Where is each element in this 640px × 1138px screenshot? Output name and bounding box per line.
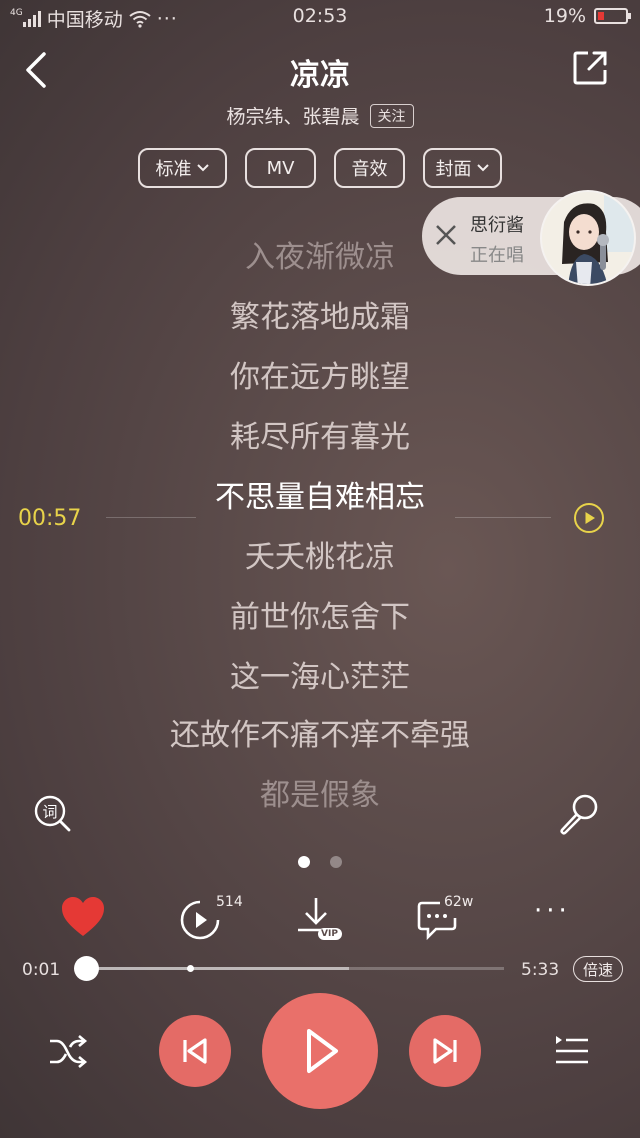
chevron-down-icon — [476, 164, 489, 172]
svg-text:词: 词 — [42, 803, 57, 821]
lyric-line[interactable]: 夭夭桃花凉 — [0, 532, 640, 576]
playlist-icon[interactable] — [552, 1032, 592, 1070]
play-button[interactable] — [262, 993, 378, 1109]
download-button[interactable]: VIP — [292, 892, 352, 942]
lyric-line[interactable]: 还故作不痛不痒不牵强 — [0, 710, 640, 754]
like-heart-icon[interactable] — [58, 892, 108, 942]
share-icon[interactable] — [572, 50, 608, 86]
song-title: 凉凉 — [290, 58, 350, 93]
current-time: 0:01 — [22, 960, 61, 980]
singing-status: 正在唱 — [470, 245, 524, 266]
page-dot-active — [298, 856, 310, 868]
chevron-down-icon — [196, 164, 209, 172]
more-options-icon[interactable]: ··· — [534, 896, 578, 946]
sound-effect-button[interactable]: 音效 — [334, 148, 405, 188]
video-count: 514 — [216, 894, 243, 910]
cover-button[interactable]: 封面 — [423, 148, 502, 188]
previous-icon — [183, 1038, 207, 1064]
playback-speed-button[interactable]: 倍速 — [573, 956, 623, 982]
status-bar: 4G 中国移动 ··· 02:53 19% — [0, 0, 640, 34]
singer-name: 思衍酱 — [470, 215, 524, 236]
close-icon[interactable] — [434, 223, 458, 247]
mv-label: MV — [266, 157, 295, 179]
buffer-fill — [86, 967, 350, 970]
progress-knob[interactable] — [74, 956, 99, 981]
battery-icon — [594, 8, 631, 24]
lyric-line[interactable]: 繁花落地成霜 — [0, 292, 640, 336]
follow-button[interactable]: 关注 — [369, 103, 414, 128]
page-indicator — [0, 856, 640, 868]
total-time: 5:33 — [521, 960, 560, 980]
song-options: 标准 MV 音效 封面 — [0, 148, 640, 188]
artist-row: 杨宗纬、张碧晨 关注 — [0, 102, 640, 129]
previous-button[interactable] — [159, 1015, 231, 1087]
artist-name[interactable]: 杨宗纬、张碧晨 — [226, 102, 359, 129]
lyric-line[interactable]: 都是假象 — [0, 770, 640, 814]
singer-avatar[interactable] — [540, 190, 636, 286]
progress-marker — [187, 965, 194, 972]
progress-bar[interactable] — [86, 967, 504, 970]
video-button[interactable]: 514 — [178, 892, 248, 942]
comment-count: 62w — [444, 894, 474, 910]
lyric-seek-time: 00:57 — [18, 506, 82, 531]
next-button[interactable] — [409, 1015, 481, 1087]
play-icon — [307, 1029, 338, 1073]
next-icon — [433, 1038, 457, 1064]
quality-button[interactable]: 标准 — [138, 148, 227, 188]
lyric-line[interactable]: 你在远方眺望 — [0, 352, 640, 396]
battery-indicator: 19% — [543, 5, 631, 27]
lyric-line[interactable]: 耗尽所有暮光 — [0, 412, 640, 456]
lyric-seek-line — [455, 517, 551, 518]
lyric-line[interactable]: 前世你怎舍下 — [0, 592, 640, 636]
shuffle-icon[interactable] — [48, 1033, 88, 1069]
comments-button[interactable]: 62w — [416, 892, 486, 942]
mv-button[interactable]: MV — [245, 148, 316, 188]
vip-badge: VIP — [321, 929, 338, 939]
lyric-line[interactable]: 这一海心茫茫 — [0, 652, 640, 696]
sound-effect-label: 音效 — [351, 159, 388, 180]
lyric-seek-line — [106, 517, 196, 518]
lyrics-search-icon[interactable]: 词 — [32, 793, 72, 833]
page-dot — [330, 856, 342, 868]
lyric-line-current[interactable]: 不思量自难相忘 — [0, 472, 640, 516]
quality-label: 标准 — [155, 159, 192, 180]
cover-label: 封面 — [435, 159, 472, 180]
battery-percent: 19% — [543, 5, 586, 27]
lyric-seek-play-icon[interactable] — [573, 502, 605, 534]
microphone-icon[interactable] — [556, 792, 600, 836]
